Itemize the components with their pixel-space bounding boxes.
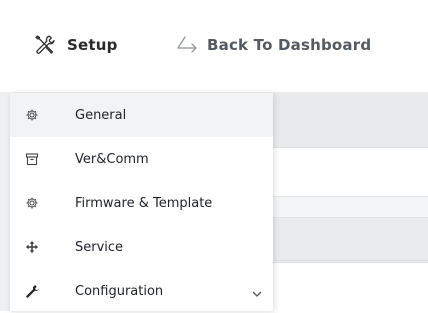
wrench-screwdriver-icon [33, 33, 57, 57]
menu-item-ver-comm[interactable]: Ver&Comm [10, 137, 273, 181]
content-row [273, 218, 428, 261]
back-to-dashboard-link[interactable]: Back To Dashboard [176, 33, 371, 57]
menu-item-general[interactable]: General [10, 93, 273, 137]
back-label: Back To Dashboard [207, 36, 372, 54]
content-row [273, 148, 428, 197]
gear-icon [24, 107, 40, 123]
wrench-icon [24, 283, 40, 299]
menu-item-firmware-template[interactable]: Firmware & Template [10, 181, 273, 225]
menu-item-label: Ver&Comm [75, 151, 149, 167]
content-row [273, 92, 428, 148]
setup-label: Setup [67, 36, 118, 54]
return-arrow-icon [176, 34, 198, 56]
menu-item-service[interactable]: Service [10, 225, 273, 269]
move-arrows-icon [24, 239, 40, 255]
chevron-down-icon[interactable] [251, 285, 263, 297]
menu-item-label: Configuration [75, 283, 164, 299]
menu-item-label: Service [75, 239, 124, 255]
content-row [273, 261, 428, 311]
top-bar: Setup Back To Dashboard [0, 0, 428, 92]
setup-dropdown-menu: General Ver&Comm Firmware & Template Ser… [10, 93, 273, 311]
menu-item-label: General [75, 107, 127, 123]
menu-item-configuration[interactable]: Configuration [10, 269, 273, 313]
menu-item-label: Firmware & Template [75, 195, 213, 211]
setup-title[interactable]: Setup [33, 33, 118, 57]
content-row [273, 197, 428, 218]
archive-box-icon [24, 151, 40, 167]
gear-icon [24, 195, 40, 211]
